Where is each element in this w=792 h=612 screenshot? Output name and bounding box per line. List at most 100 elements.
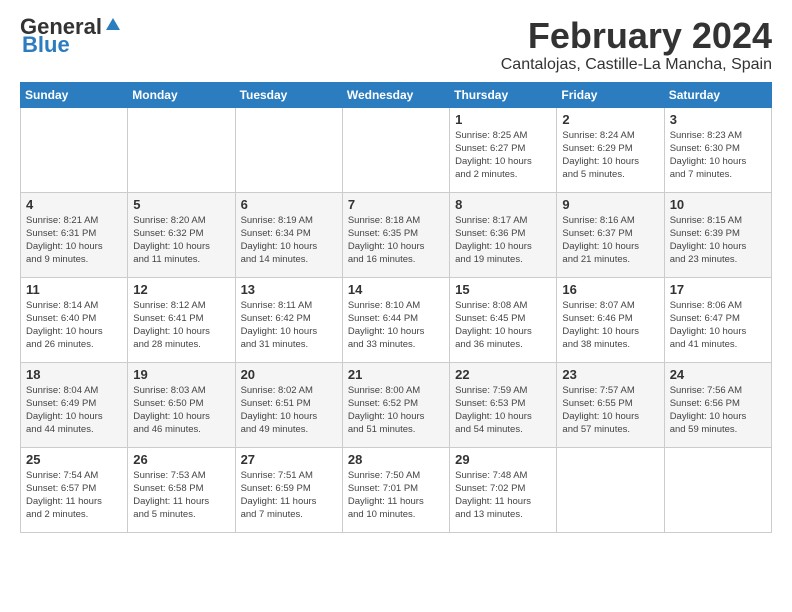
- day-number: 25: [26, 452, 122, 467]
- calendar-week-row: 1 Sunrise: 8:25 AM Sunset: 6:27 PM Daylig…: [21, 107, 772, 192]
- calendar-cell: [557, 447, 664, 532]
- day-number: 22: [455, 367, 551, 382]
- day-number: 4: [26, 197, 122, 212]
- day-info: Sunrise: 8:11 AM Sunset: 6:42 PM Dayligh…: [241, 299, 337, 352]
- day-info: Sunrise: 7:50 AM Sunset: 7:01 PM Dayligh…: [348, 469, 444, 522]
- day-number: 10: [670, 197, 766, 212]
- day-number: 17: [670, 282, 766, 297]
- calendar-week-row: 25 Sunrise: 7:54 AM Sunset: 6:57 PM Dayli…: [21, 447, 772, 532]
- day-number: 19: [133, 367, 229, 382]
- day-number: 26: [133, 452, 229, 467]
- calendar-cell: 18 Sunrise: 8:04 AM Sunset: 6:49 PM Dayli…: [21, 362, 128, 447]
- day-number: 3: [670, 112, 766, 127]
- calendar-header-row: SundayMondayTuesdayWednesdayThursdayFrid…: [21, 82, 772, 107]
- calendar-cell: 4 Sunrise: 8:21 AM Sunset: 6:31 PM Daylig…: [21, 192, 128, 277]
- column-header-sunday: Sunday: [21, 82, 128, 107]
- day-info: Sunrise: 8:23 AM Sunset: 6:30 PM Dayligh…: [670, 129, 766, 182]
- day-info: Sunrise: 8:24 AM Sunset: 6:29 PM Dayligh…: [562, 129, 658, 182]
- day-info: Sunrise: 7:57 AM Sunset: 6:55 PM Dayligh…: [562, 384, 658, 437]
- day-info: Sunrise: 8:04 AM Sunset: 6:49 PM Dayligh…: [26, 384, 122, 437]
- day-info: Sunrise: 8:07 AM Sunset: 6:46 PM Dayligh…: [562, 299, 658, 352]
- calendar-cell: [664, 447, 771, 532]
- calendar-cell: [342, 107, 449, 192]
- calendar-cell: 16 Sunrise: 8:07 AM Sunset: 6:46 PM Dayli…: [557, 277, 664, 362]
- column-header-saturday: Saturday: [664, 82, 771, 107]
- calendar-cell: 19Sunrise: 8:03 AM Sunset: 6:50 PM Dayli…: [128, 362, 235, 447]
- calendar-cell: [235, 107, 342, 192]
- page-subtitle: Cantalojas, Castille-La Mancha, Spain: [501, 56, 772, 74]
- day-number: 18: [26, 367, 122, 382]
- day-number: 29: [455, 452, 551, 467]
- calendar-cell: 21Sunrise: 8:00 AM Sunset: 6:52 PM Dayli…: [342, 362, 449, 447]
- calendar-cell: 14Sunrise: 8:10 AM Sunset: 6:44 PM Dayli…: [342, 277, 449, 362]
- calendar-cell: 12Sunrise: 8:12 AM Sunset: 6:41 PM Dayli…: [128, 277, 235, 362]
- day-info: Sunrise: 8:08 AM Sunset: 6:45 PM Dayligh…: [455, 299, 551, 352]
- day-number: 24: [670, 367, 766, 382]
- day-number: 1: [455, 112, 551, 127]
- day-number: 9: [562, 197, 658, 212]
- day-info: Sunrise: 7:59 AM Sunset: 6:53 PM Dayligh…: [455, 384, 551, 437]
- calendar-week-row: 4 Sunrise: 8:21 AM Sunset: 6:31 PM Daylig…: [21, 192, 772, 277]
- day-info: Sunrise: 8:14 AM Sunset: 6:40 PM Dayligh…: [26, 299, 122, 352]
- day-number: 23: [562, 367, 658, 382]
- day-info: Sunrise: 8:17 AM Sunset: 6:36 PM Dayligh…: [455, 214, 551, 267]
- day-number: 28: [348, 452, 444, 467]
- day-number: 8: [455, 197, 551, 212]
- day-info: Sunrise: 8:16 AM Sunset: 6:37 PM Dayligh…: [562, 214, 658, 267]
- calendar-cell: 27 Sunrise: 7:51 AM Sunset: 6:59 PM Dayli…: [235, 447, 342, 532]
- day-number: 20: [241, 367, 337, 382]
- calendar-cell: [21, 107, 128, 192]
- calendar-cell: 17 Sunrise: 8:06 AM Sunset: 6:47 PM Dayli…: [664, 277, 771, 362]
- title-block: February 2024 Cantalojas, Castille-La Ma…: [501, 16, 772, 74]
- column-header-thursday: Thursday: [450, 82, 557, 107]
- page-header: General Blue February 2024 Cantalojas, C…: [20, 16, 772, 74]
- column-header-wednesday: Wednesday: [342, 82, 449, 107]
- day-info: Sunrise: 8:19 AM Sunset: 6:34 PM Dayligh…: [241, 214, 337, 267]
- day-number: 2: [562, 112, 658, 127]
- calendar-cell: 10 Sunrise: 8:15 AM Sunset: 6:39 PM Dayli…: [664, 192, 771, 277]
- column-header-monday: Monday: [128, 82, 235, 107]
- day-info: Sunrise: 7:51 AM Sunset: 6:59 PM Dayligh…: [241, 469, 337, 522]
- calendar-cell: 22 Sunrise: 7:59 AM Sunset: 6:53 PM Dayli…: [450, 362, 557, 447]
- day-number: 12: [133, 282, 229, 297]
- calendar-cell: 5 Sunrise: 8:20 AM Sunset: 6:32 PM Daylig…: [128, 192, 235, 277]
- day-info: Sunrise: 8:18 AM Sunset: 6:35 PM Dayligh…: [348, 214, 444, 267]
- day-number: 5: [133, 197, 229, 212]
- logo-icon: [104, 16, 122, 34]
- calendar-week-row: 18 Sunrise: 8:04 AM Sunset: 6:49 PM Dayli…: [21, 362, 772, 447]
- calendar-table: SundayMondayTuesdayWednesdayThursdayFrid…: [20, 82, 772, 533]
- day-info: Sunrise: 7:53 AM Sunset: 6:58 PM Dayligh…: [133, 469, 229, 522]
- day-info: Sunrise: 7:54 AM Sunset: 6:57 PM Dayligh…: [26, 469, 122, 522]
- day-info: Sunrise: 8:06 AM Sunset: 6:47 PM Dayligh…: [670, 299, 766, 352]
- calendar-cell: 7 Sunrise: 8:18 AM Sunset: 6:35 PM Daylig…: [342, 192, 449, 277]
- day-number: 11: [26, 282, 122, 297]
- day-info: Sunrise: 8:21 AM Sunset: 6:31 PM Dayligh…: [26, 214, 122, 267]
- calendar-cell: 9 Sunrise: 8:16 AM Sunset: 6:37 PM Daylig…: [557, 192, 664, 277]
- calendar-cell: 8 Sunrise: 8:17 AM Sunset: 6:36 PM Daylig…: [450, 192, 557, 277]
- day-number: 6: [241, 197, 337, 212]
- page-title: February 2024: [501, 16, 772, 56]
- day-info: Sunrise: 7:48 AM Sunset: 7:02 PM Dayligh…: [455, 469, 551, 522]
- calendar-cell: 23 Sunrise: 7:57 AM Sunset: 6:55 PM Dayli…: [557, 362, 664, 447]
- calendar-cell: 1 Sunrise: 8:25 AM Sunset: 6:27 PM Daylig…: [450, 107, 557, 192]
- calendar-cell: [128, 107, 235, 192]
- day-info: Sunrise: 8:15 AM Sunset: 6:39 PM Dayligh…: [670, 214, 766, 267]
- column-header-friday: Friday: [557, 82, 664, 107]
- day-info: Sunrise: 8:00 AM Sunset: 6:52 PM Dayligh…: [348, 384, 444, 437]
- day-number: 16: [562, 282, 658, 297]
- calendar-cell: 13 Sunrise: 8:11 AM Sunset: 6:42 PM Dayli…: [235, 277, 342, 362]
- day-number: 13: [241, 282, 337, 297]
- calendar-cell: 24Sunrise: 7:56 AM Sunset: 6:56 PM Dayli…: [664, 362, 771, 447]
- calendar-cell: 28 Sunrise: 7:50 AM Sunset: 7:01 PM Dayli…: [342, 447, 449, 532]
- logo: General Blue: [20, 16, 122, 56]
- day-info: Sunrise: 8:02 AM Sunset: 6:51 PM Dayligh…: [241, 384, 337, 437]
- calendar-cell: 11 Sunrise: 8:14 AM Sunset: 6:40 PM Dayli…: [21, 277, 128, 362]
- column-header-tuesday: Tuesday: [235, 82, 342, 107]
- calendar-cell: 3 Sunrise: 8:23 AM Sunset: 6:30 PM Daylig…: [664, 107, 771, 192]
- day-info: Sunrise: 8:25 AM Sunset: 6:27 PM Dayligh…: [455, 129, 551, 182]
- day-number: 14: [348, 282, 444, 297]
- day-number: 7: [348, 197, 444, 212]
- day-number: 27: [241, 452, 337, 467]
- day-info: Sunrise: 8:20 AM Sunset: 6:32 PM Dayligh…: [133, 214, 229, 267]
- logo-blue: Blue: [22, 34, 70, 56]
